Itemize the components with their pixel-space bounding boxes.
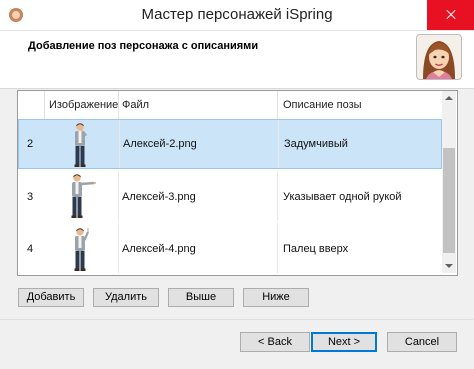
character-thinking-pose-icon bbox=[74, 123, 87, 167]
column-separator[interactable] bbox=[118, 91, 119, 119]
remove-button[interactable]: Удалить bbox=[93, 288, 159, 307]
character-pointing-pose-icon bbox=[71, 174, 97, 218]
character-avatar bbox=[416, 34, 462, 80]
pose-description: Палец вверх bbox=[283, 243, 349, 255]
scroll-up-button[interactable] bbox=[442, 91, 456, 105]
table-row[interactable]: 3 Алексей-3.png Указывает одной рукой bbox=[18, 171, 442, 221]
scroll-down-button[interactable] bbox=[442, 259, 456, 273]
back-button[interactable]: < Back bbox=[240, 332, 310, 352]
file-name: Алексей-2.png bbox=[123, 138, 197, 150]
column-header-file[interactable]: Файл bbox=[122, 91, 149, 119]
column-header-image[interactable]: Изображение bbox=[49, 91, 118, 119]
next-button[interactable]: Next > bbox=[311, 332, 377, 352]
table-row[interactable]: 4 Алексей-4.png Палец вверх bbox=[18, 223, 442, 273]
pose-description: Указывает одной рукой bbox=[283, 191, 402, 203]
row-number: 3 bbox=[27, 191, 34, 203]
page-title: Добавление поз персонажа с описаниями bbox=[28, 40, 259, 52]
row-number: 2 bbox=[27, 138, 34, 150]
woman-avatar-icon bbox=[423, 41, 455, 79]
move-up-button[interactable]: Выше bbox=[168, 288, 234, 307]
window-title: Мастер персонажей iSpring bbox=[141, 6, 333, 23]
column-separator[interactable] bbox=[44, 91, 45, 119]
scrollbar-thumb[interactable] bbox=[443, 148, 455, 253]
row-number: 4 bbox=[27, 243, 34, 255]
table-row[interactable]: 2 Алексей-2.png Задумчивый bbox=[18, 119, 442, 169]
add-button[interactable]: Добавить bbox=[18, 288, 84, 307]
file-name: Алексей-4.png bbox=[122, 243, 196, 255]
file-name: Алексей-3.png bbox=[122, 191, 196, 203]
list-header: Изображение Файл Описание позы bbox=[18, 91, 442, 120]
pose-description: Задумчивый bbox=[284, 138, 348, 150]
move-down-button[interactable]: Ниже bbox=[243, 288, 309, 307]
arrow-down-icon bbox=[445, 264, 453, 268]
close-button[interactable] bbox=[427, 0, 474, 30]
cancel-button[interactable]: Cancel bbox=[387, 332, 457, 352]
column-separator[interactable] bbox=[277, 91, 278, 119]
footer-divider bbox=[0, 319, 474, 320]
arrow-up-icon bbox=[445, 96, 453, 100]
column-header-description[interactable]: Описание позы bbox=[283, 91, 362, 119]
character-finger-up-pose-icon bbox=[74, 228, 90, 271]
